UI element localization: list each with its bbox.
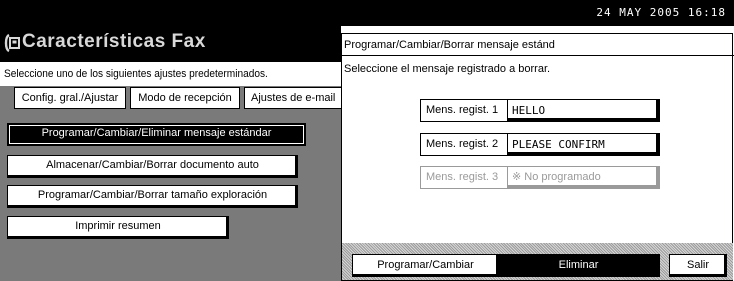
program-standard-message-button[interactable]: Programar/Cambiar/Eliminar mensaje están…: [7, 123, 306, 146]
print-summary-button[interactable]: Imprimir resumen: [7, 216, 229, 239]
message-row-disabled: Mens. regist. 3 ※ No programado: [420, 166, 660, 189]
program-change-button[interactable]: Programar/Cambiar: [352, 254, 499, 277]
message-slot-value[interactable]: HELLO: [508, 99, 660, 122]
page-title: Características Fax: [22, 31, 206, 52]
dialog-title-divider: [341, 55, 734, 56]
fax-handset-icon: [4, 33, 20, 53]
dialog-instruction: Seleccione el mensaje registrado a borra…: [344, 63, 551, 75]
dialog-title: Programar/Cambiar/Borrar mensaje estánd: [344, 39, 555, 51]
message-row[interactable]: Mens. regist. 1 HELLO: [420, 99, 660, 122]
message-slot-label: Mens. regist. 3: [420, 166, 508, 189]
message-row[interactable]: Mens. regist. 2 PLEASE CONFIRM: [420, 133, 660, 156]
message-slot-value: ※ No programado: [508, 166, 660, 189]
delete-button[interactable]: Eliminar: [497, 254, 660, 277]
message-slot-value[interactable]: PLEASE CONFIRM: [508, 133, 660, 156]
tab-modo-recepcion[interactable]: Modo de recepción: [130, 87, 240, 109]
exit-button[interactable]: Salir: [669, 254, 727, 277]
instruction-text: Seleccione uno de los siguientes ajustes…: [4, 68, 268, 80]
store-auto-document-button[interactable]: Almacenar/Cambiar/Borrar documento auto: [7, 155, 298, 178]
message-slot-label: Mens. regist. 2: [420, 133, 508, 156]
datetime-display: 24 MAY 2005 16:18: [596, 6, 726, 19]
tab-ajustes-email[interactable]: Ajustes de e-mail: [244, 87, 341, 109]
scan-size-button[interactable]: Programar/Cambiar/Borrar tamaño explorac…: [7, 185, 298, 208]
message-slot-label: Mens. regist. 1: [420, 99, 508, 122]
tab-config-general[interactable]: Config. gral./Ajustar: [14, 87, 126, 109]
